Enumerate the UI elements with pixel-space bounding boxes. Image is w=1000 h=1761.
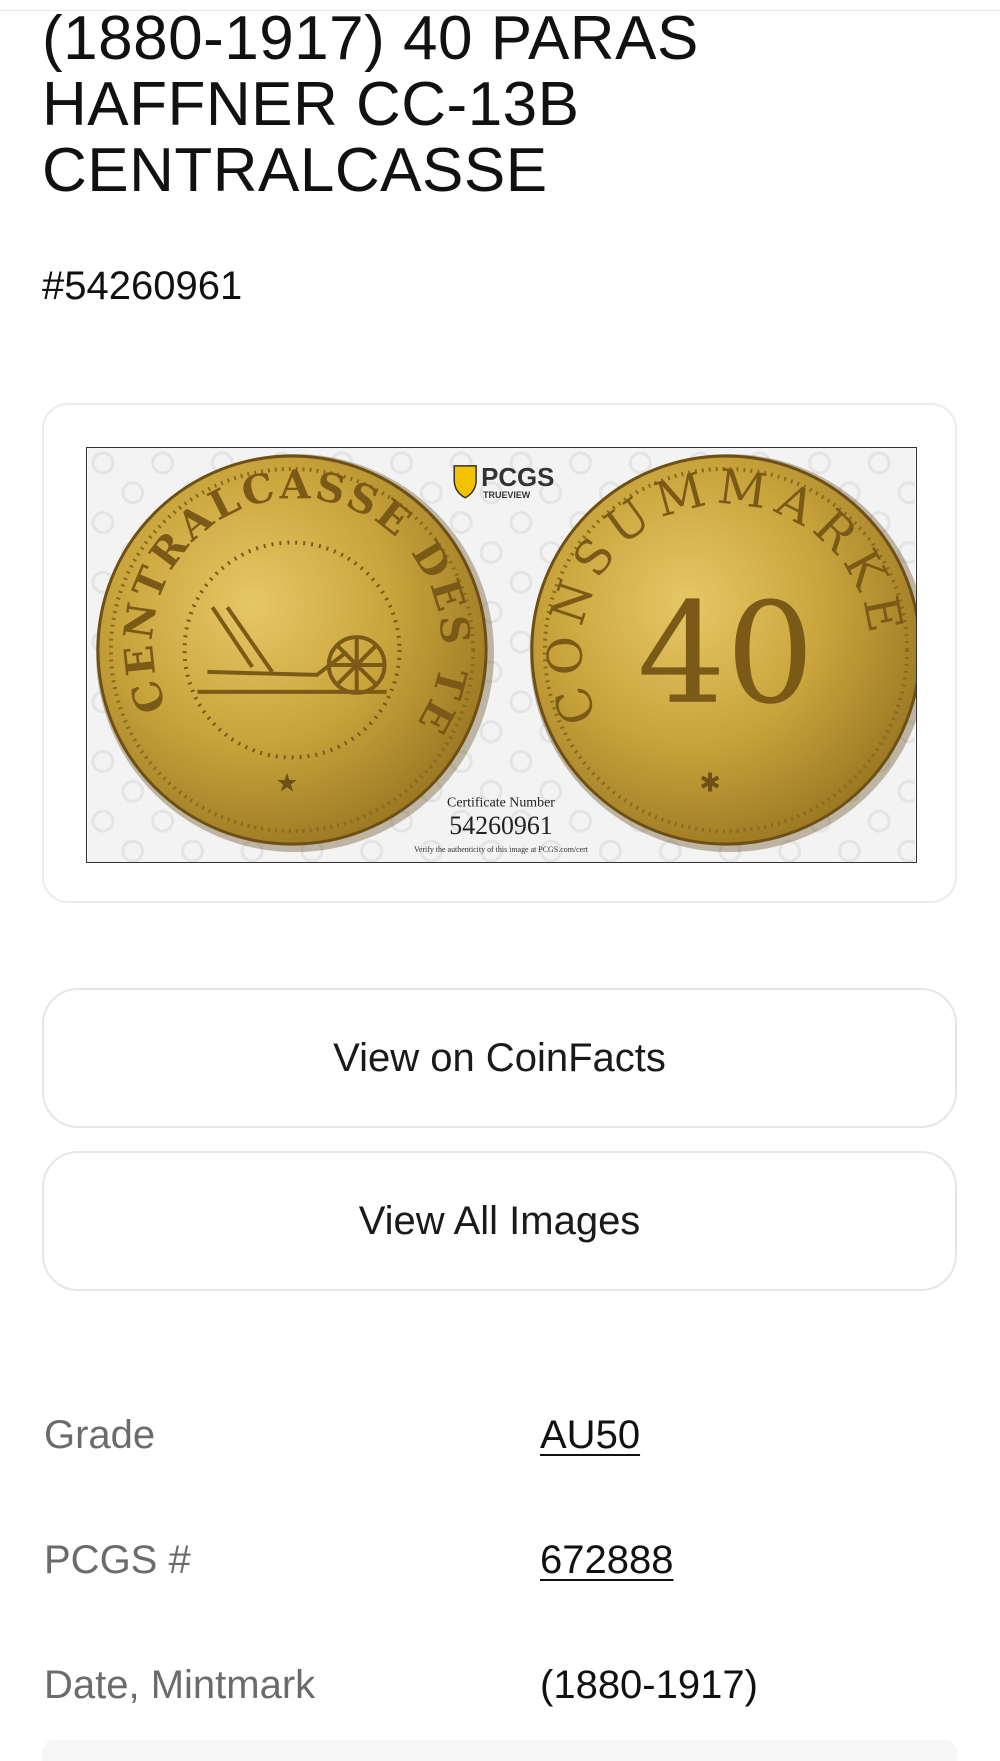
coin-reverse: CONSUMMARKE 40 ✱ — [529, 454, 916, 852]
pcgs-number-link[interactable]: 672888 — [540, 1530, 673, 1590]
certificate-number: #54260961 — [42, 264, 243, 308]
grade-label: Grade — [44, 1413, 156, 1457]
title-line-2: HAFFNER CC-13B — [42, 70, 580, 139]
star-icon: ★ — [275, 769, 298, 797]
view-all-images-button[interactable]: View All Images — [42, 1151, 957, 1291]
svg-text:TRUEVIEW: TRUEVIEW — [483, 490, 531, 500]
coin-photo[interactable]: CENTRALCASSE DES TEMPPELS ★ PCGS TRUEVIE… — [86, 447, 917, 863]
detail-row-date-mintmark: Date, Mintmark (1880-1917) — [42, 1655, 957, 1715]
svg-text:PCGS: PCGS — [481, 464, 554, 492]
detail-row-grade: Grade AU50 — [42, 1405, 957, 1465]
title-line-1: (1880-1917) 40 PARAS — [42, 4, 699, 73]
cert-caption: Certificate Number — [447, 795, 555, 810]
star-icon: ✱ — [699, 769, 721, 797]
date-mintmark-value: (1880-1917) — [540, 1663, 758, 1707]
title-line-3: CENTRALCASSE — [42, 136, 548, 205]
coin-image-card: CENTRALCASSE DES TEMPPELS ★ PCGS TRUEVIE… — [42, 403, 957, 903]
grade-link[interactable]: AU50 — [540, 1405, 640, 1465]
cert-caption-number: 54260961 — [449, 811, 552, 840]
date-mintmark-label: Date, Mintmark — [44, 1663, 316, 1707]
bottom-bar — [42, 1740, 957, 1761]
page-title: (1880-1917) 40 PARAS HAFFNER CC-13B CENT… — [42, 6, 942, 204]
view-on-coinfacts-button[interactable]: View on CoinFacts — [42, 988, 957, 1128]
verify-text: Verify the authenticity of this image at… — [414, 845, 589, 854]
pcgs-number-label: PCGS # — [44, 1538, 191, 1582]
detail-row-pcgs-number: PCGS # 672888 — [42, 1530, 957, 1590]
reverse-value: 40 — [637, 573, 814, 735]
